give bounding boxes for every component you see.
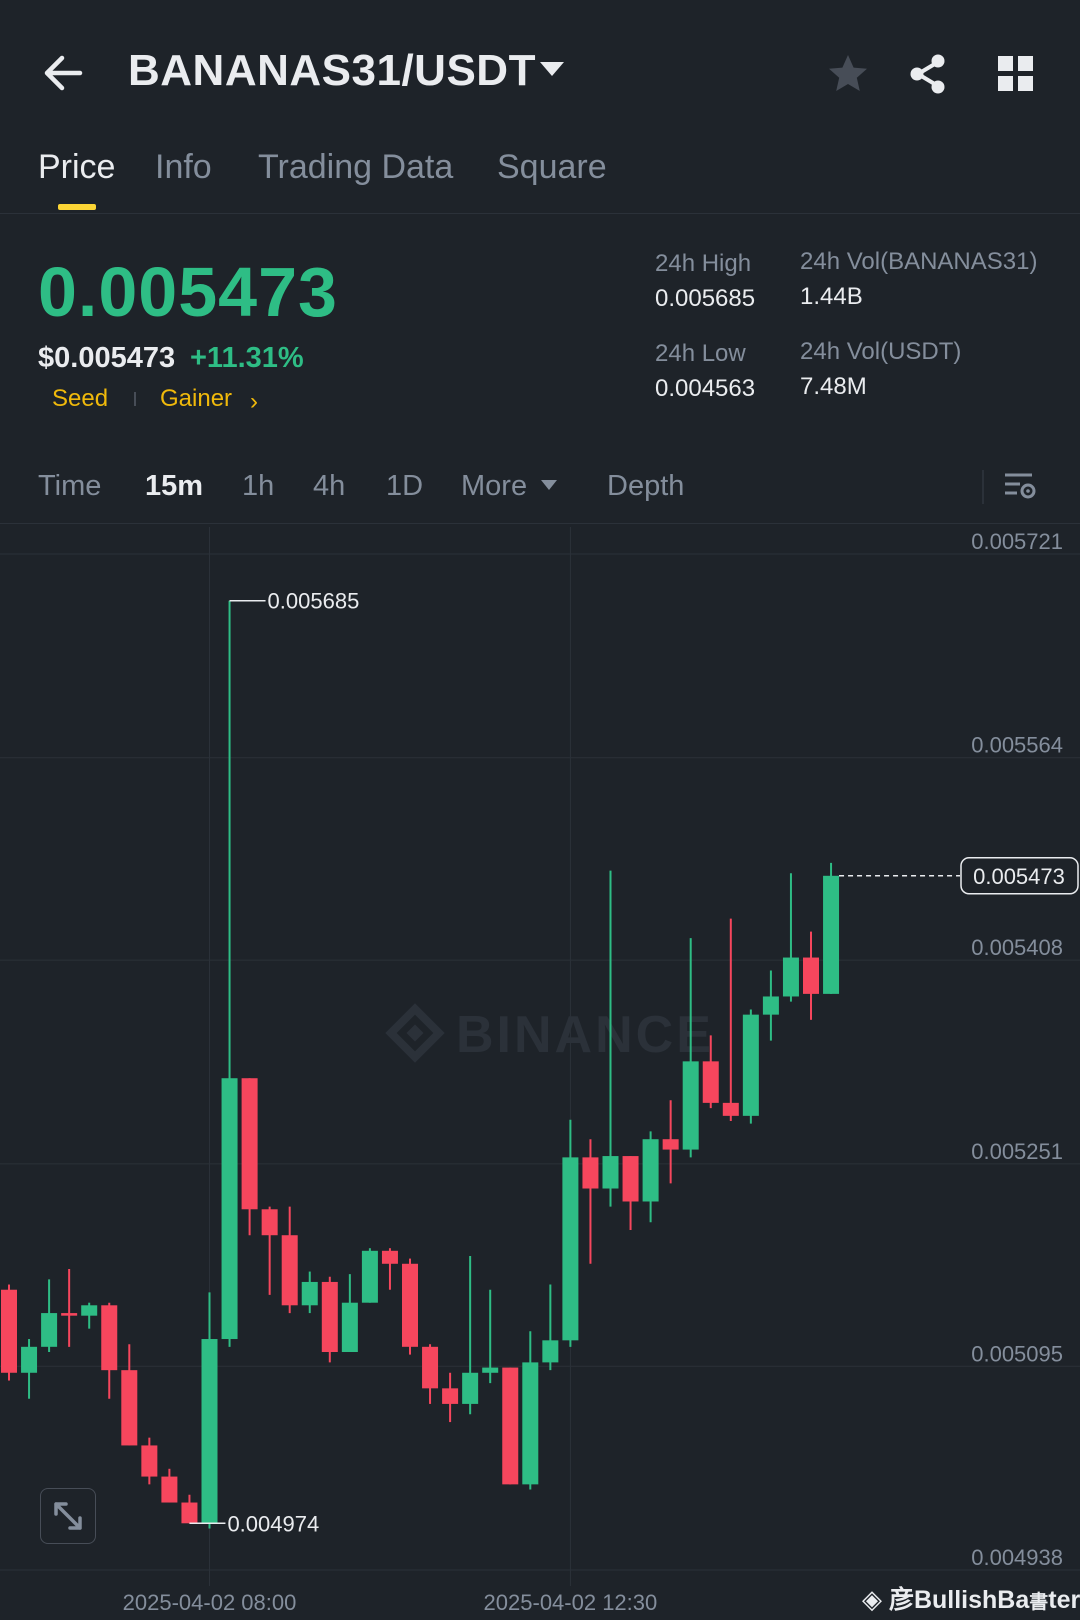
candle-body xyxy=(241,1078,258,1210)
candle-body xyxy=(61,1313,78,1316)
candle-body xyxy=(602,1156,619,1189)
binance-watermark-text: BINANCE xyxy=(456,1006,714,1064)
candle-body xyxy=(542,1340,559,1363)
candle-body xyxy=(121,1370,138,1446)
candle-body xyxy=(381,1250,398,1264)
candle-body xyxy=(341,1302,358,1353)
candle-body xyxy=(281,1235,298,1306)
price-axis: 0.005721 0.005564 0.005408 0.005251 0.005095… xyxy=(123,529,1063,1615)
candle-body xyxy=(582,1157,599,1189)
candle-body xyxy=(261,1209,278,1236)
watermark-glyph: 書 xyxy=(1029,1592,1049,1613)
candle-body xyxy=(1,1289,17,1373)
candle-body xyxy=(762,996,779,1015)
candle-body xyxy=(81,1305,98,1316)
candle-body xyxy=(442,1388,459,1404)
candle-body xyxy=(321,1281,338,1353)
price-tick-label: 0.005721 xyxy=(971,529,1063,554)
watermark-text: 彦BullishBa xyxy=(888,1586,1030,1614)
binance-logo-icon xyxy=(385,1003,445,1063)
user-watermark: ◈ 彦BullishBa書ter xyxy=(862,1580,1080,1616)
price-tick-label: 0.005251 xyxy=(971,1139,1063,1164)
candle-body xyxy=(562,1157,579,1341)
candle-body xyxy=(782,957,799,997)
time-tick-label: 2025-04-02 12:30 xyxy=(484,1590,658,1615)
candle-body xyxy=(502,1367,519,1485)
candle-body xyxy=(722,1102,739,1116)
expand-chart-button[interactable] xyxy=(40,1488,96,1544)
candle-body xyxy=(361,1250,378,1303)
candle-body xyxy=(161,1476,178,1503)
candle-body xyxy=(402,1263,418,1347)
candle-body xyxy=(642,1139,659,1202)
price-tick-label: 0.005408 xyxy=(971,935,1063,960)
price-tick-label: 0.005564 xyxy=(971,733,1063,758)
price-tick-label: 0.005095 xyxy=(971,1341,1063,1366)
candlestick-chart[interactable]: BINANCE 0.005685 0.004974 0.005473 0.00572… xyxy=(0,0,1080,1620)
candle-body xyxy=(662,1139,679,1150)
candle-body xyxy=(522,1362,539,1485)
candles xyxy=(1,600,840,1529)
candle-body xyxy=(422,1346,439,1389)
candle-body xyxy=(21,1346,38,1373)
low-marker-label: 0.004974 xyxy=(227,1511,319,1536)
candle-body xyxy=(682,1061,699,1150)
candle-body xyxy=(462,1372,479,1404)
candle-body xyxy=(101,1305,118,1371)
binance-watermark: BINANCE xyxy=(385,1003,714,1064)
candle-body xyxy=(141,1445,158,1477)
high-marker-label: 0.005685 xyxy=(268,589,360,614)
candle-body xyxy=(702,1061,719,1103)
current-price-label: 0.005473 xyxy=(973,864,1065,889)
candle-body xyxy=(301,1281,318,1306)
candle-body xyxy=(41,1313,58,1347)
time-tick-label: 2025-04-02 08:00 xyxy=(123,1590,297,1615)
candle-body xyxy=(482,1367,499,1373)
candle-body xyxy=(201,1339,218,1524)
candle-body xyxy=(622,1156,639,1202)
candle-body xyxy=(803,957,819,994)
candle-body xyxy=(823,875,840,994)
price-tick-label: 0.004938 xyxy=(971,1545,1063,1570)
candle-body xyxy=(221,1078,238,1340)
candle-body xyxy=(181,1502,198,1524)
candle-body xyxy=(742,1014,759,1116)
watermark-logo-icon: ◈ xyxy=(862,1584,882,1614)
expand-icon xyxy=(54,1502,82,1530)
watermark-text-tail: ter xyxy=(1048,1586,1080,1614)
